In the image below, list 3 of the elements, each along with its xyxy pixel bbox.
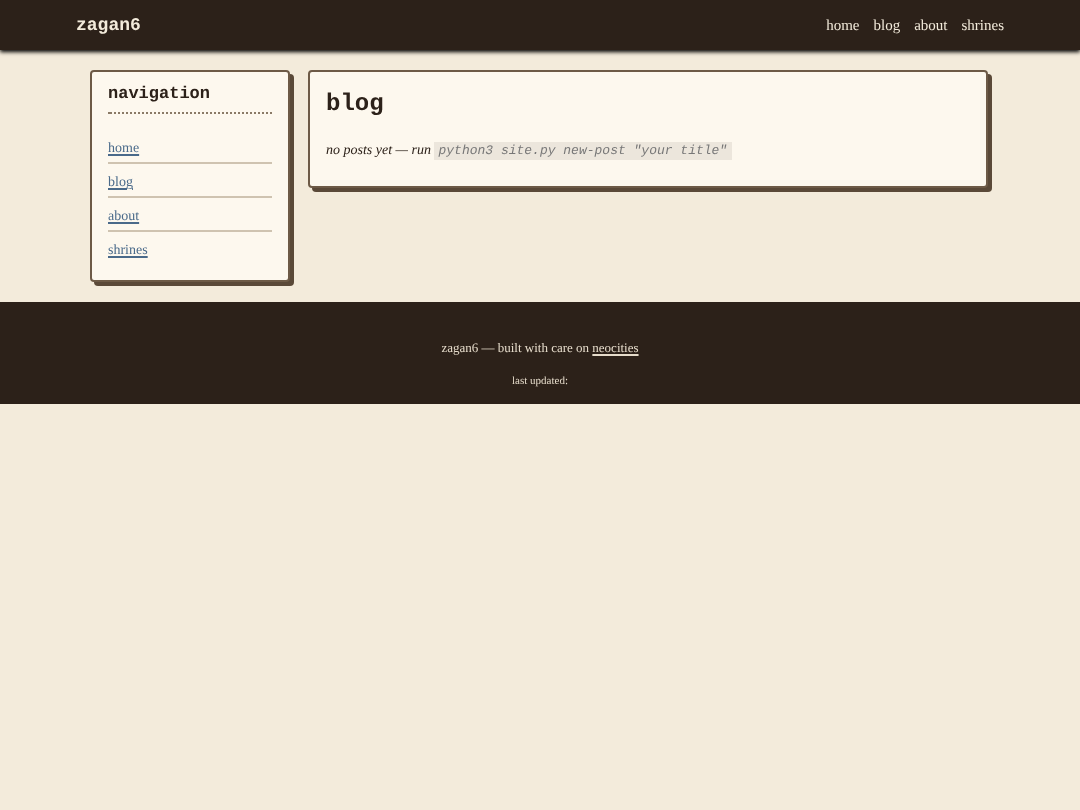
page-title: blog bbox=[326, 90, 386, 118]
site-title[interactable]: zagan6 bbox=[76, 15, 141, 35]
panel-title: navigation bbox=[108, 84, 272, 114]
